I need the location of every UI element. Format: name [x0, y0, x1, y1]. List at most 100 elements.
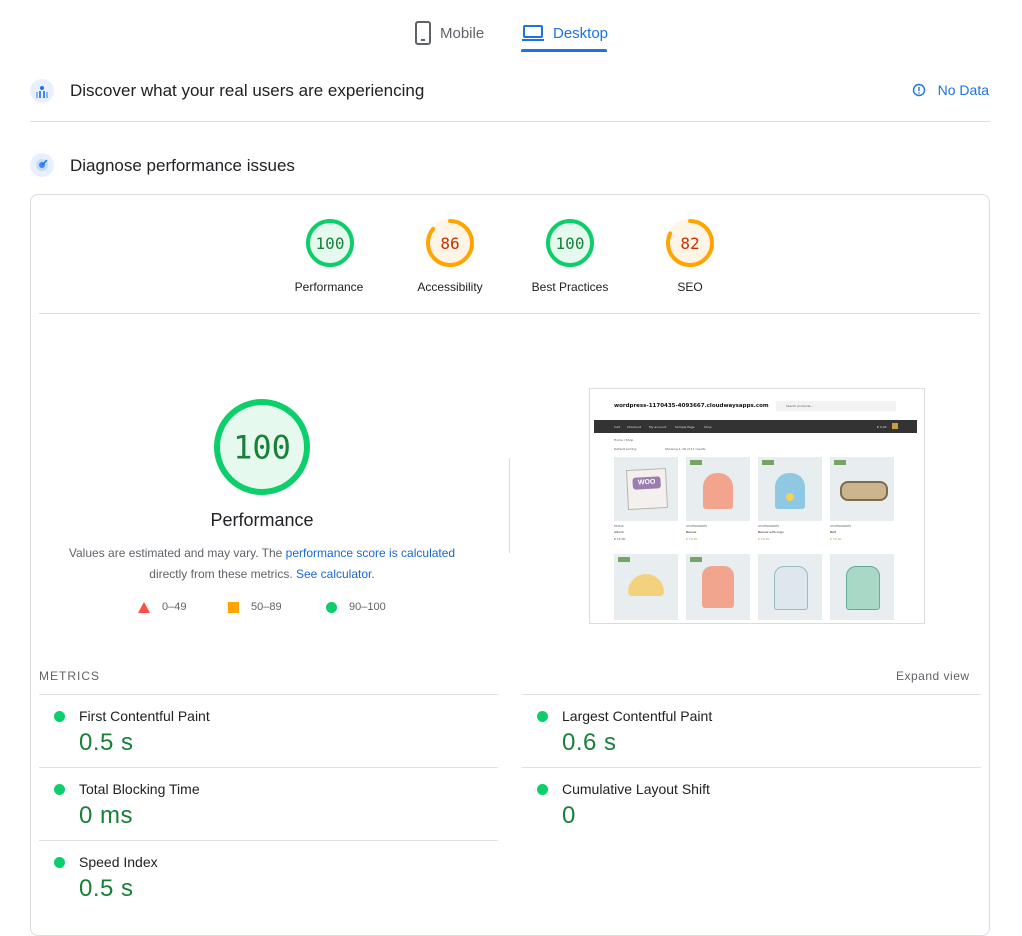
gauge-performance[interactable]: 100	[306, 219, 354, 267]
orange-square-icon	[228, 601, 239, 613]
metric-value: 0.5 s	[79, 875, 134, 902]
thumb-breadcrumb: Home / Shop	[614, 438, 634, 442]
metric-name: Total Blocking Time	[79, 781, 200, 797]
desc-text-2: directly from these metrics.	[149, 567, 296, 581]
pass-dot-icon	[54, 711, 65, 722]
desc-text-1: Values are estimated and may vary. The	[68, 546, 286, 560]
sale-badge	[690, 557, 702, 562]
woo-album-icon: WOO	[625, 467, 669, 511]
thumb-cart-icon	[892, 423, 898, 429]
beanie-logo-icon	[775, 473, 805, 509]
see-calculator-link[interactable]: See calculator.	[296, 567, 375, 581]
thumb-cat-1: ACCESSORIES	[686, 524, 708, 528]
thumb-product-hoodie-logo	[758, 554, 822, 620]
thumb-nav-0: Cart	[614, 425, 621, 429]
gauge-score-text: 86	[440, 234, 459, 253]
thumb-navbar: Cart Checkout My account Sample Page Sho…	[594, 420, 917, 433]
metric-value: 0 ms	[79, 802, 134, 829]
gauge-score-text: 100	[316, 234, 345, 253]
legend-average-label: 50–89	[251, 601, 282, 613]
expand-view-toggle[interactable]: Expand view	[896, 669, 970, 683]
gauges-divider	[39, 313, 980, 314]
thumb-cart-total: € 0,00	[877, 425, 887, 429]
thumb-sorting: Default sorting	[614, 447, 637, 451]
vertical-divider	[509, 458, 510, 553]
gauge-score-text: 82	[680, 234, 699, 253]
thumb-cat-0: MUSIC	[614, 524, 624, 528]
performance-description: Values are estimated and may vary. The p…	[50, 543, 474, 585]
hoodie-icon	[702, 566, 734, 608]
pass-dot-icon	[54, 784, 65, 795]
thumb-nav-2: My account	[649, 425, 667, 429]
thumb-cat-2: ACCESSORIES	[758, 524, 780, 528]
legend-fail-label: 0–49	[162, 601, 187, 613]
woo-logo: WOO	[632, 476, 661, 490]
thumb-product-beanie-logo	[758, 457, 822, 521]
green-circle-icon	[326, 601, 337, 613]
hoodie-zipper-icon	[846, 566, 880, 610]
sale-badge	[618, 557, 630, 562]
thumb-product-belt	[830, 457, 894, 521]
sale-badge	[834, 460, 846, 465]
thumb-price-3: € 55,00	[830, 537, 842, 541]
metric-name: Speed Index	[79, 854, 158, 870]
legend-pass-label: 90–100	[349, 601, 386, 613]
thumb-nav-3: Sample Page	[675, 425, 695, 429]
gauge-score-text: 100	[233, 429, 291, 467]
metric-name: Largest Contentful Paint	[562, 708, 713, 724]
metric-value: 0.5 s	[79, 729, 134, 756]
thumb-name-2: Beanie with Logo	[758, 530, 784, 534]
thumb-price-2: € 18,00	[758, 537, 770, 541]
thumb-product-beanie	[686, 457, 750, 521]
metric-value: 0.6 s	[562, 729, 617, 756]
thumb-name-0: Album	[614, 530, 624, 534]
thumb-name-1: Beanie	[686, 530, 697, 534]
belt-icon	[840, 481, 888, 501]
thumb-cat-3: ACCESSORIES	[830, 524, 852, 528]
gauge-performance-large[interactable]: 100	[214, 399, 310, 495]
gauge-label-seo[interactable]: SEO	[630, 280, 750, 294]
sale-badge	[762, 460, 774, 465]
gauge-label-performance[interactable]: Performance	[269, 280, 389, 294]
hoodie-logo-icon	[774, 566, 808, 610]
thumb-nav-4: Shop	[704, 425, 712, 429]
red-triangle-icon	[138, 601, 150, 613]
metric-fcp: First Contentful Paint 0.5 s	[39, 694, 498, 767]
thumb-product-hoodie-zipper	[830, 554, 894, 620]
thumb-price-1: € 18,00	[686, 537, 698, 541]
metric-lcp: Largest Contentful Paint 0.6 s	[522, 694, 981, 767]
thumb-search-placeholder: Search products…	[786, 404, 814, 408]
thumb-product-cap	[614, 554, 678, 620]
legend-fail: 0–49	[138, 601, 186, 613]
thumb-price-0: € 15,00	[614, 537, 626, 541]
final-screenshot[interactable]: wordpress-1170435-4093667.cloudwaysapps.…	[589, 388, 925, 624]
metrics-heading: METRICS	[39, 669, 100, 683]
cap-icon	[628, 574, 664, 596]
gauge-label-accessibility[interactable]: Accessibility	[390, 280, 510, 294]
thumb-product-hoodie	[686, 554, 750, 620]
pass-dot-icon	[537, 784, 548, 795]
sale-badge	[690, 460, 702, 465]
metric-si: Speed Index 0.5 s	[39, 840, 498, 913]
metric-name: First Contentful Paint	[79, 708, 210, 724]
metric-name: Cumulative Layout Shift	[562, 781, 710, 797]
legend-average: 50–89	[228, 601, 282, 613]
thumb-results: Showing 1–16 of 17 results	[665, 447, 706, 451]
beanie-icon	[703, 473, 733, 509]
gauge-seo[interactable]: 82	[666, 219, 714, 267]
metric-cls: Cumulative Layout Shift 0	[522, 767, 981, 840]
gauge-label-best-practices[interactable]: Best Practices	[510, 280, 630, 294]
thumb-product-album: WOO	[614, 457, 678, 521]
pass-dot-icon	[537, 711, 548, 722]
gauge-best-practices[interactable]: 100	[546, 219, 594, 267]
legend-pass: 90–100	[326, 601, 386, 613]
thumb-name-3: Belt	[830, 530, 836, 534]
metric-value: 0	[562, 802, 576, 829]
thumb-search-box: Search products…	[776, 401, 896, 411]
performance-heading: Performance	[210, 510, 314, 530]
metric-tbt: Total Blocking Time 0 ms	[39, 767, 498, 840]
gauge-accessibility[interactable]: 86	[426, 219, 474, 267]
thumb-nav-1: Checkout	[627, 425, 642, 429]
score-calculated-link[interactable]: performance score is calculated	[286, 546, 455, 560]
pass-dot-icon	[54, 857, 65, 868]
